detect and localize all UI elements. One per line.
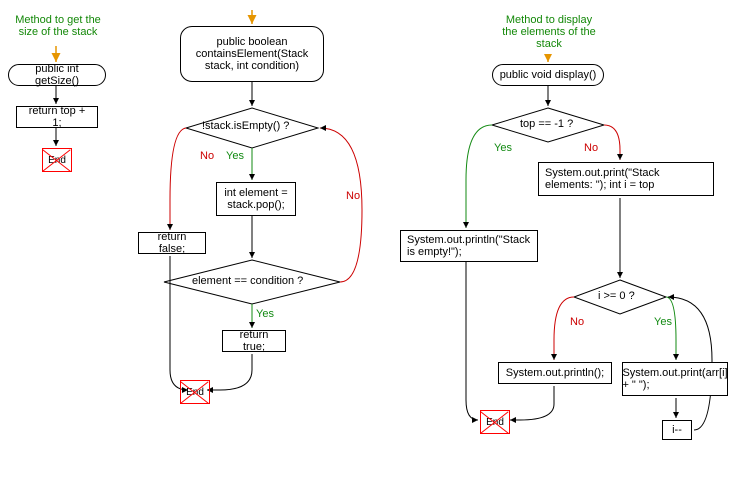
fc3-cond1: top == -1 ? xyxy=(520,118,573,130)
fc2-end: End xyxy=(180,380,210,404)
fc3-end: End xyxy=(480,410,510,434)
fc2-yes1: Yes xyxy=(226,150,244,162)
fc1-end: End xyxy=(42,148,72,172)
fc3-println: System.out.println(); xyxy=(498,362,612,384)
fc3-yes1: Yes xyxy=(494,142,512,154)
fc3-comment: Method to display the elements of the st… xyxy=(494,10,604,54)
fc3-cond2: i >= 0 ? xyxy=(598,290,635,302)
fc2-cond1: !stack.isEmpty() ? xyxy=(202,120,289,132)
fc2-no2: No xyxy=(346,190,360,202)
fc2-no1: No xyxy=(200,150,214,162)
fc2-return-false: return false; xyxy=(138,232,206,254)
fc3-header: System.out.print("Stack elements: "); in… xyxy=(538,162,714,196)
fc3-decr: i-- xyxy=(662,420,692,440)
fc3-empty: System.out.println("Stack is empty!"); xyxy=(400,230,538,262)
fc2-pop: int element = stack.pop(); xyxy=(216,182,296,216)
fc2-yes2: Yes xyxy=(256,308,274,320)
fc3-no2: No xyxy=(570,316,584,328)
fc2-return-true: return true; xyxy=(222,330,286,352)
fc2-method: public boolean containsElement(Stack sta… xyxy=(180,26,324,82)
flowchart-canvas xyxy=(0,0,729,502)
fc3-yes2: Yes xyxy=(654,316,672,328)
fc3-no1: No xyxy=(584,142,598,154)
fc1-method: public int getSize() xyxy=(8,64,106,86)
fc3-print: System.out.print(arr[i] + " "); xyxy=(622,362,728,396)
fc1-comment: Method to get the size of the stack xyxy=(8,10,108,42)
fc3-method: public void display() xyxy=(492,64,604,86)
fc1-return: return top + 1; xyxy=(16,106,98,128)
fc2-cond2: element == condition ? xyxy=(192,275,303,287)
